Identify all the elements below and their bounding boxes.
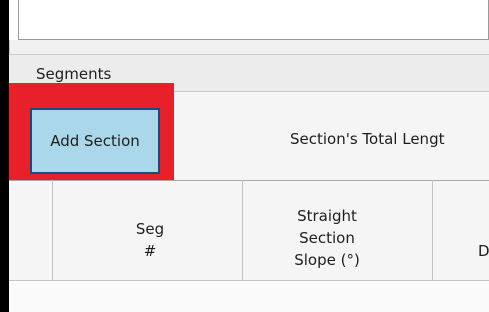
section-total-length-label: Section's Total Lengt [290,130,445,148]
column-header-truncated[interactable]: D [478,240,489,262]
segments-grid-body [9,280,489,312]
add-section-button[interactable]: Add Section [30,108,160,174]
top-input-field[interactable] [18,0,489,40]
window-frame [0,0,9,312]
column-header-seg-number[interactable]: Seg # [100,218,200,262]
column-header-line: # [143,242,157,260]
segments-grid-header [9,180,489,280]
column-header-line: Section [299,229,355,247]
column-header-line: Seg [135,220,165,238]
segments-label: Segments [36,65,112,83]
column-header-straight-section-slope[interactable]: Straight Section Slope (°) [262,205,392,271]
column-header-line: D [478,242,489,260]
column-header-line: Slope (°) [294,251,360,269]
column-header-line: Straight [297,207,357,225]
